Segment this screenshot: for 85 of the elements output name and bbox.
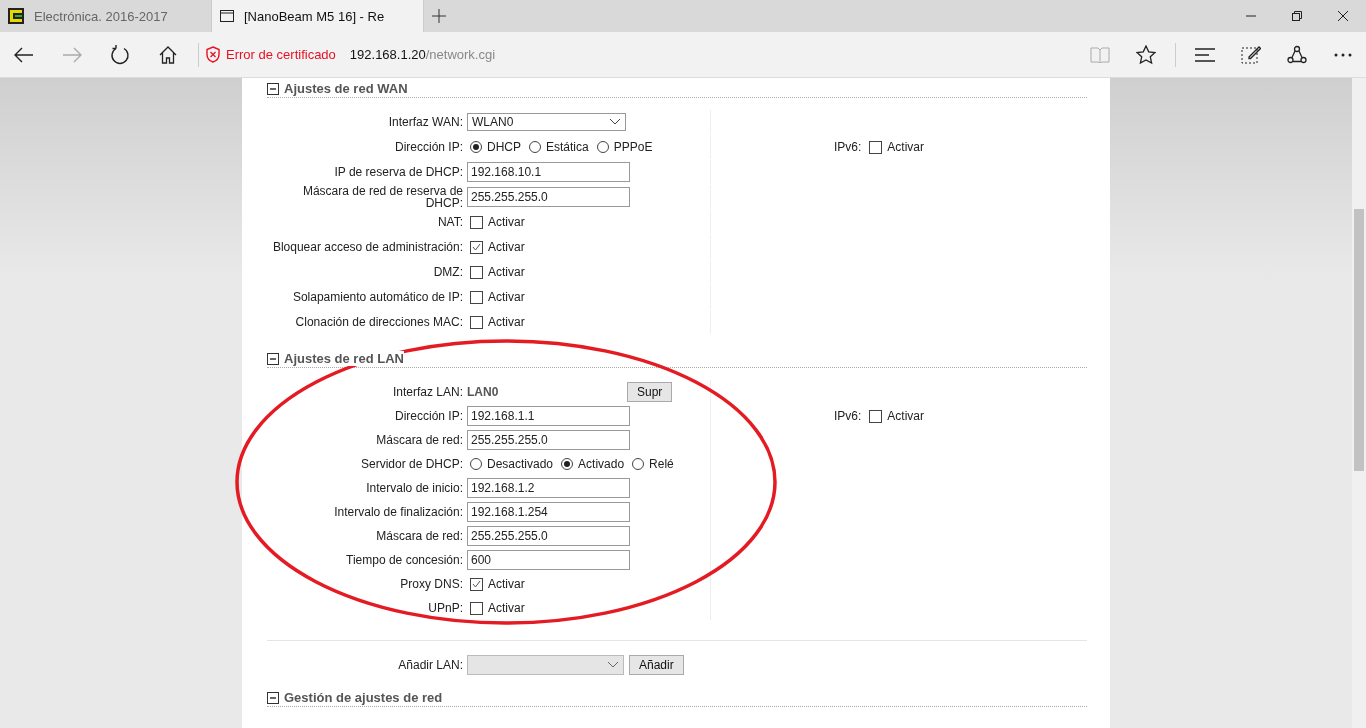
certificate-error-label[interactable]: Error de certificado xyxy=(226,47,336,62)
star-icon[interactable] xyxy=(1136,44,1156,65)
interface-value: LAN0 xyxy=(467,385,500,399)
more-options-icon[interactable] xyxy=(1334,52,1352,57)
field-label: DMZ: xyxy=(432,264,464,281)
collapse-icon[interactable] xyxy=(267,352,279,365)
field-label: Intervalo de inicio: xyxy=(365,480,464,497)
radio-label: DHCP xyxy=(487,140,521,154)
back-arrow-icon[interactable] xyxy=(14,46,34,63)
chevron-down-icon xyxy=(607,661,619,669)
radio-label: Desactivado xyxy=(487,457,554,471)
input-field[interactable]: 192.168.1.2 xyxy=(467,478,630,498)
radio-label: Activado xyxy=(578,457,625,471)
checkbox[interactable] xyxy=(470,265,483,279)
input-field[interactable]: 255.255.255.0 xyxy=(467,526,630,546)
checkbox[interactable] xyxy=(470,240,483,254)
checkbox[interactable] xyxy=(470,601,483,615)
field-label: Bloquear acceso de administración: xyxy=(271,239,464,256)
shield-warning-icon xyxy=(205,46,221,63)
section-title: Ajustes de red WAN xyxy=(284,81,408,96)
input-field[interactable]: 255.255.255.0 xyxy=(467,187,630,207)
collapse-icon[interactable] xyxy=(267,82,279,95)
input-field[interactable]: 600 xyxy=(467,550,630,570)
field-label: Dirección IP: xyxy=(393,408,464,425)
field-label: Tiempo de concesión: xyxy=(345,552,464,569)
checkbox[interactable] xyxy=(869,140,883,154)
home-icon[interactable] xyxy=(159,45,177,64)
checkbox-label: Activar xyxy=(488,240,525,254)
close-icon[interactable] xyxy=(1337,10,1349,22)
checkbox[interactable] xyxy=(869,409,883,423)
checkmark-icon xyxy=(472,580,481,588)
delete-button[interactable]: Supr xyxy=(627,382,673,402)
checkbox-label: Activar xyxy=(488,601,525,615)
field-label: Servidor de DHCP: xyxy=(359,456,464,473)
browser-tab[interactable]: [NanoBeam M5 16] - Re xyxy=(212,0,424,32)
checkbox-label: Activar xyxy=(887,409,925,423)
checkbox-label: Activar xyxy=(887,140,925,154)
field-label: Máscara de red: xyxy=(375,528,464,545)
site-logo-icon xyxy=(8,8,24,24)
checkbox[interactable] xyxy=(470,290,483,304)
chevron-down-icon xyxy=(609,118,621,126)
field-label: IPv6: xyxy=(834,409,862,423)
scrollbar[interactable] xyxy=(1352,78,1366,728)
field-label: Interfaz LAN: xyxy=(391,384,464,401)
checkbox[interactable] xyxy=(470,215,483,229)
checkbox[interactable] xyxy=(470,577,483,591)
input-field[interactable]: 255.255.255.0 xyxy=(467,430,630,450)
field-label: Añadir LAN: xyxy=(397,657,464,674)
collapse-icon[interactable] xyxy=(267,691,279,704)
field-label: Proxy DNS: xyxy=(399,576,464,593)
field-label: UPnP: xyxy=(427,600,464,617)
refresh-icon[interactable] xyxy=(110,44,130,65)
interface-select[interactable]: WLAN0 xyxy=(467,113,626,131)
field-label: Máscara de red de reserva de DHCP: xyxy=(301,185,464,209)
checkbox-label: Activar xyxy=(488,290,525,304)
field-label: NAT: xyxy=(436,214,464,231)
input-field[interactable]: 192.168.1.1 xyxy=(467,406,630,426)
input-field[interactable]: 192.168.1.254 xyxy=(467,502,630,522)
radio-label: Estática xyxy=(546,140,589,154)
checkmark-icon xyxy=(472,243,481,251)
url-field[interactable]: 192.168.1.20/network.cgi xyxy=(349,47,496,62)
checkbox-label: Activar xyxy=(488,265,525,279)
share-icon[interactable] xyxy=(1287,44,1307,65)
checkbox-label: Activar xyxy=(488,577,525,591)
plus-icon[interactable] xyxy=(432,9,446,23)
field-label: IPv6: xyxy=(834,140,862,154)
checkbox-label: Activar xyxy=(488,315,525,329)
hub-icon[interactable] xyxy=(1195,47,1215,62)
radio-label: PPPoE xyxy=(613,140,653,154)
field-label: Intervalo de finalización: xyxy=(333,504,464,521)
field-label: Clonación de direcciones MAC: xyxy=(294,314,464,331)
section-title: Gestión de ajustes de red xyxy=(284,690,443,705)
field-label: Dirección IP: xyxy=(393,139,464,156)
field-label: Interfaz WAN: xyxy=(387,114,464,131)
pen-note-icon[interactable] xyxy=(1241,44,1261,65)
section-title: Ajustes de red LAN xyxy=(284,351,404,366)
input-field[interactable]: 192.168.10.1 xyxy=(467,162,630,182)
field-label: Solapamiento automático de IP: xyxy=(291,289,464,306)
page-icon xyxy=(220,10,234,22)
restore-icon[interactable] xyxy=(1291,10,1303,22)
field-label: IP de reserva de DHCP: xyxy=(333,164,464,181)
radio-label: Relé xyxy=(649,457,674,471)
checkbox-label: Activar xyxy=(488,215,525,229)
checkbox[interactable] xyxy=(470,315,483,329)
field-label: Máscara de red: xyxy=(375,432,464,449)
